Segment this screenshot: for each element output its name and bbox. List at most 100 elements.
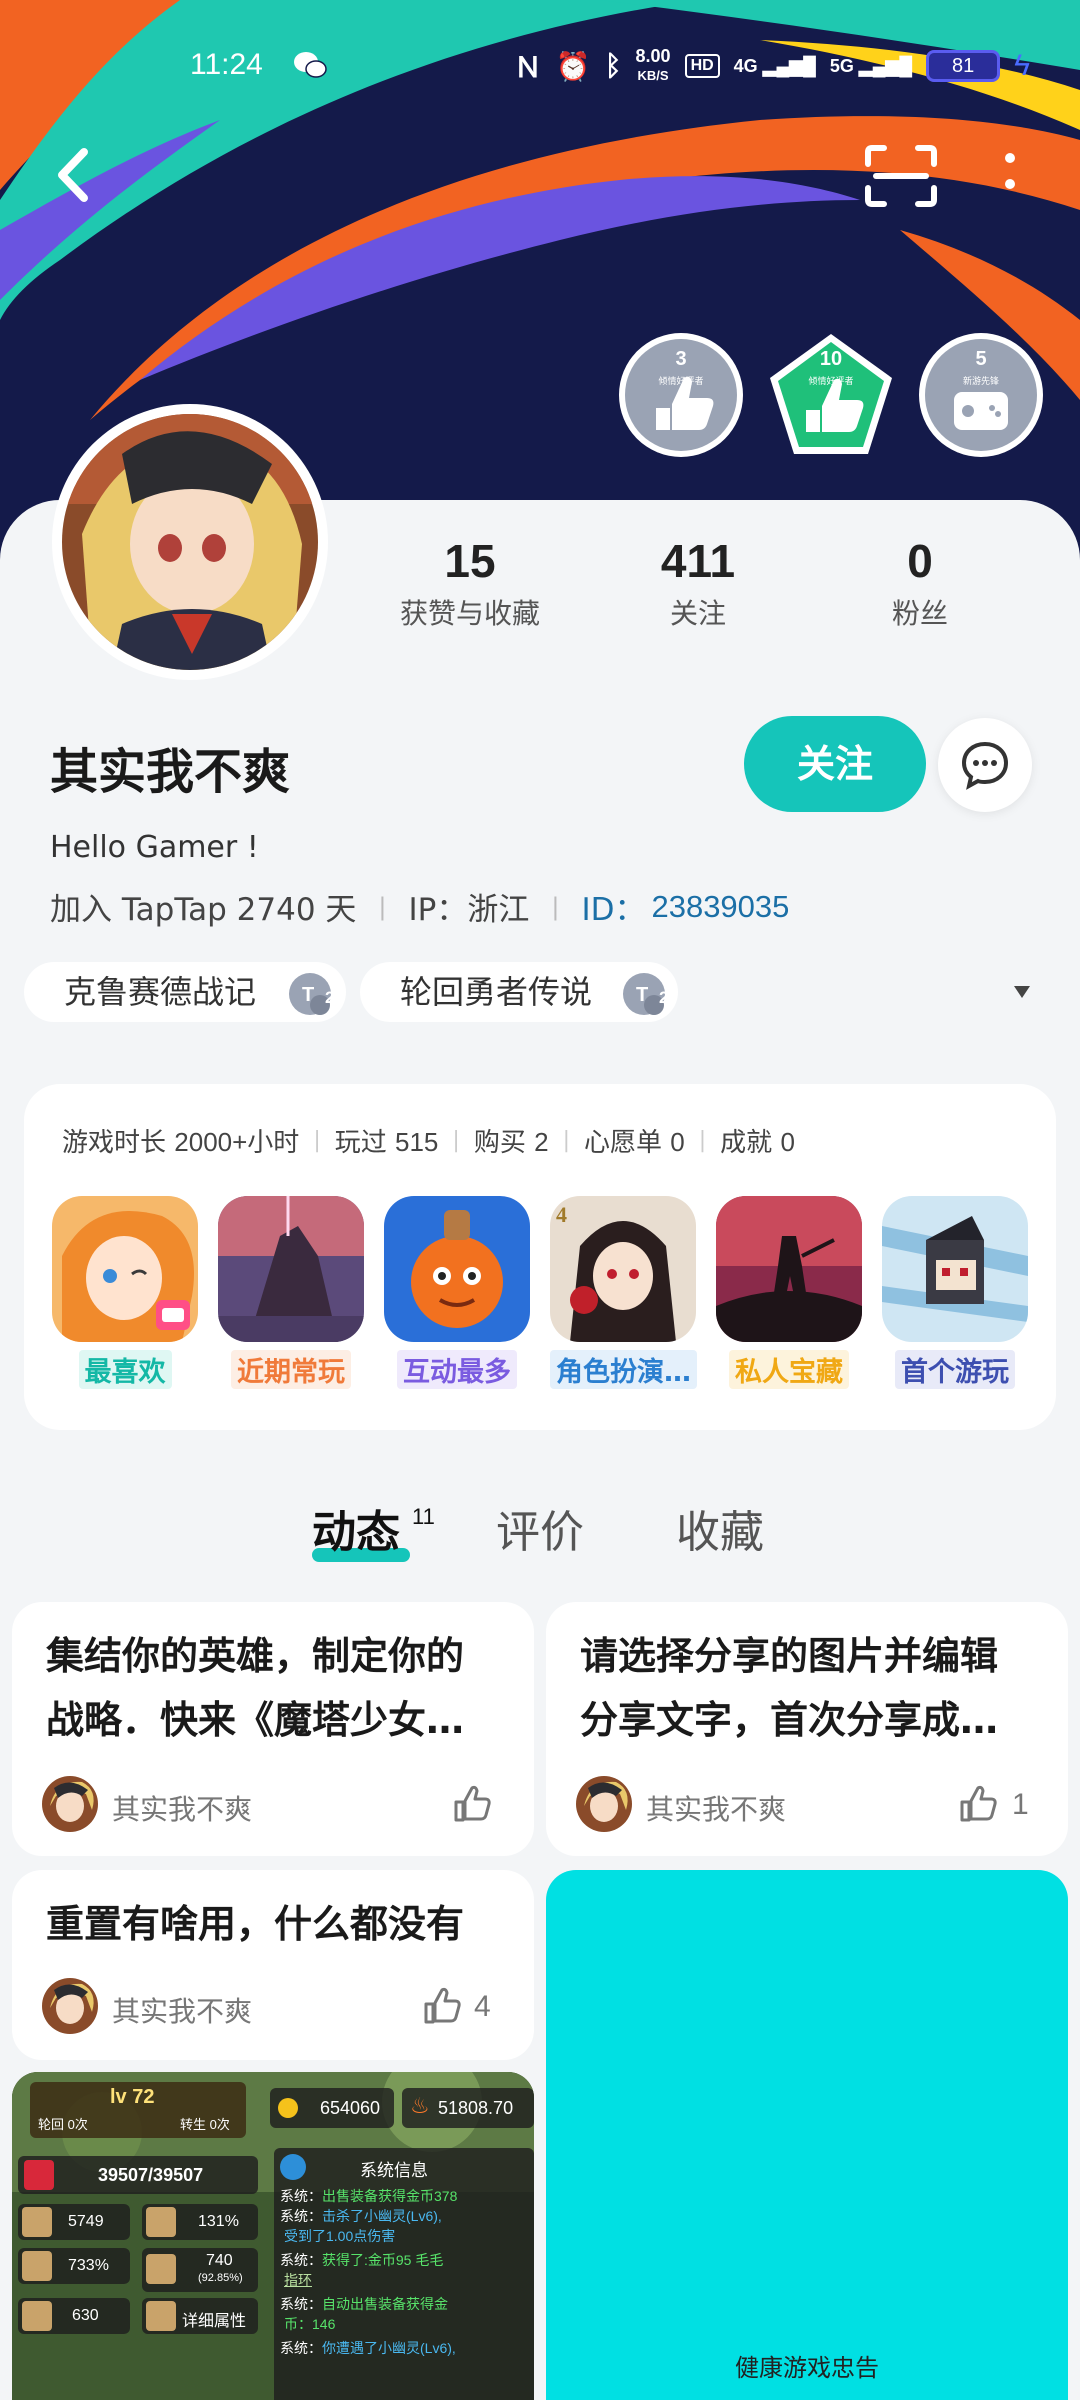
achievements-count[interactable]: 成就 0	[720, 1122, 795, 1159]
badge-caption: 倾情好评者	[658, 377, 704, 387]
log-text: 自动出售装备获得金	[322, 2296, 448, 2312]
book-icon	[146, 2301, 176, 2331]
net-speed-unit: KB/S	[637, 68, 669, 83]
game-favorite[interactable]: 最喜欢	[52, 1196, 198, 1389]
post-author-avatar	[42, 1978, 98, 2034]
badge-number: 3	[675, 348, 687, 370]
level-badge-number: 2	[659, 988, 669, 1007]
feed-post[interactable]: 重置有啥用，什么都没有 其实我不爽 4	[12, 1870, 534, 2060]
feed-media-card[interactable]: 健康游戏忠告	[546, 1870, 1068, 2400]
stat-followers-label: 粉丝	[891, 597, 948, 630]
wishlist-value: 0	[670, 1127, 685, 1157]
log-prefix: 系统：	[280, 2296, 322, 2312]
system-log-line: 受到了1.00点伤害	[280, 2226, 530, 2246]
chat-bubble-icon	[961, 741, 1009, 790]
rebirth-right: 转生 0次	[180, 2117, 230, 2132]
status-bar: 11:24 Ｎ ⏰ ᛒ 8.00 KB/S HD 4G ▂▄▆█ 5G ▂▄▆█ …	[0, 40, 1080, 96]
badge-reviewer-10[interactable]: 10 倾情好评者	[766, 330, 896, 460]
playtime-value: 2000+小时	[174, 1127, 300, 1157]
game-icon	[716, 1196, 862, 1342]
like-count: 1	[1012, 1788, 1029, 1821]
badge-number: 10	[819, 348, 843, 370]
stat-sub-value: (92.85%)	[198, 2272, 243, 2284]
badge-reviewer-3[interactable]: 3 倾情好评者	[616, 330, 746, 460]
log-text: 受到了1.00点伤害	[284, 2228, 396, 2244]
stat-cell: 630	[18, 2298, 130, 2334]
system-info-title: 系统信息	[360, 2161, 428, 2180]
stat-following[interactable]: 411 关注	[598, 534, 798, 632]
tab-activity-count: 11	[412, 1504, 435, 1529]
badge-caption: 新游先锋	[962, 377, 999, 387]
badge-new-game-pioneer[interactable]: 5 新游先锋	[916, 330, 1046, 460]
gold-panel: 654060	[270, 2088, 394, 2128]
game-stats-row: 游戏时长 2000+小时 | 玩过 515 | 购买 2 | 心愿单 0 | 成…	[62, 1122, 795, 1159]
system-log-line: 币：146	[280, 2314, 530, 2334]
stat-followers-value: 0	[907, 535, 933, 587]
game-rpg[interactable]: 4 角色扮演…	[550, 1196, 697, 1389]
system-log-line: 系统：击杀了小幽灵(Lv6),	[280, 2206, 530, 2226]
like-icon[interactable]	[452, 1784, 492, 1824]
post-author-name: 其实我不爽	[646, 1793, 787, 1826]
net-speed: 8.00 KB/S	[636, 47, 671, 85]
stat-likes[interactable]: 15 获赞与收藏	[370, 534, 570, 632]
like-icon[interactable]	[958, 1784, 998, 1824]
tab-activity[interactable]: 动态	[312, 1496, 400, 1560]
joined-days: 加入 TapTap 2740 天	[50, 892, 357, 928]
game-icon: 4	[550, 1196, 696, 1342]
log-text: 你遭遇了小幽灵(Lv6),	[322, 2340, 456, 2356]
more-options-icon[interactable]	[990, 146, 1030, 202]
stat-cell: 5749	[18, 2204, 130, 2240]
like-count: 4	[474, 1990, 491, 2023]
feed-screenshot-card[interactable]: lv 72 轮回 0次 转生 0次 654060 ♨ 51808.70 3950…	[12, 2072, 534, 2400]
status-time: 11:24	[190, 48, 263, 81]
profile-meta: 加入 TapTap 2740 天 | IP：浙江 | ID： 23839035	[50, 884, 789, 929]
crit-icon	[22, 2251, 52, 2281]
game-first-played[interactable]: 首个游玩	[882, 1196, 1028, 1389]
level-text: lv 72	[110, 2086, 155, 2108]
stat-cell: 131%	[142, 2204, 258, 2240]
log-text: 出售装备获得金币378	[322, 2188, 458, 2204]
log-text: 指环	[284, 2272, 312, 2288]
log-prefix: 系统：	[280, 2252, 322, 2268]
game-tag[interactable]: 轮回勇者传说 T 2	[360, 962, 678, 1022]
profile-page: 11:24 Ｎ ⏰ ᛒ 8.00 KB/S HD 4G ▂▄▆█ 5G ▂▄▆█ …	[0, 0, 1080, 2400]
stat-followers[interactable]: 0 粉丝	[820, 534, 1020, 632]
bought-count[interactable]: 购买 2	[474, 1122, 549, 1159]
avatar[interactable]	[62, 414, 318, 670]
expand-tags-arrow-icon[interactable]	[1014, 986, 1030, 998]
feed-post[interactable]: 请选择分享的图片并编辑 分享文字，首次分享成… 其实我不爽 1	[546, 1602, 1068, 1856]
log-prefix: 系统：	[280, 2188, 322, 2204]
post-author-avatar	[576, 1776, 632, 1832]
game-tag[interactable]: 克鲁赛德战记 T 2	[24, 962, 346, 1022]
status-icons: Ｎ ⏰ ᛒ 8.00 KB/S HD 4G ▂▄▆█ 5G ▂▄▆█ 81 ϟ	[514, 44, 1030, 88]
tab-reviews[interactable]: 评价	[496, 1496, 584, 1560]
hp-panel: 39507/39507	[18, 2156, 258, 2194]
stat-cell: 740 (92.85%)	[142, 2248, 258, 2292]
played-label: 玩过	[334, 1128, 387, 1158]
game-recent[interactable]: 近期常玩	[218, 1196, 364, 1389]
scan-icon[interactable]	[864, 144, 938, 208]
stat-value: 630	[72, 2307, 99, 2324]
log-text: 获得了:金币95 毛毛	[322, 2252, 444, 2268]
tab-favorites[interactable]: 收藏	[676, 1496, 764, 1560]
feed-post[interactable]: 集结你的英雄，制定你的 战略．快来《魔塔少女… 其实我不爽	[12, 1602, 534, 1856]
wishlist-count[interactable]: 心愿单 0	[584, 1122, 685, 1159]
badge-number: 5	[975, 348, 987, 370]
fire-icon: ♨	[410, 2094, 430, 2119]
stats-divider: |	[698, 1128, 707, 1153]
back-arrow-icon[interactable]	[44, 140, 104, 210]
net-speed-value: 8.00	[635, 46, 671, 66]
playtime[interactable]: 游戏时长 2000+小时	[62, 1122, 299, 1159]
log-text: 击杀了小幽灵(Lv6),	[322, 2208, 442, 2224]
stat-cell: 733%	[18, 2248, 130, 2284]
user-id-value[interactable]: 23839035	[651, 889, 789, 925]
message-button[interactable]	[938, 718, 1032, 812]
follow-button[interactable]: 关注	[744, 716, 926, 812]
game-label: 首个游玩	[895, 1350, 1015, 1389]
game-treasure[interactable]: 私人宝藏	[716, 1196, 862, 1389]
like-icon[interactable]	[422, 1986, 462, 2026]
stat-value: 131%	[198, 2213, 239, 2230]
sword-icon	[22, 2207, 52, 2237]
played-count[interactable]: 玩过 515	[335, 1122, 439, 1159]
game-interaction[interactable]: 互动最多	[384, 1196, 530, 1389]
